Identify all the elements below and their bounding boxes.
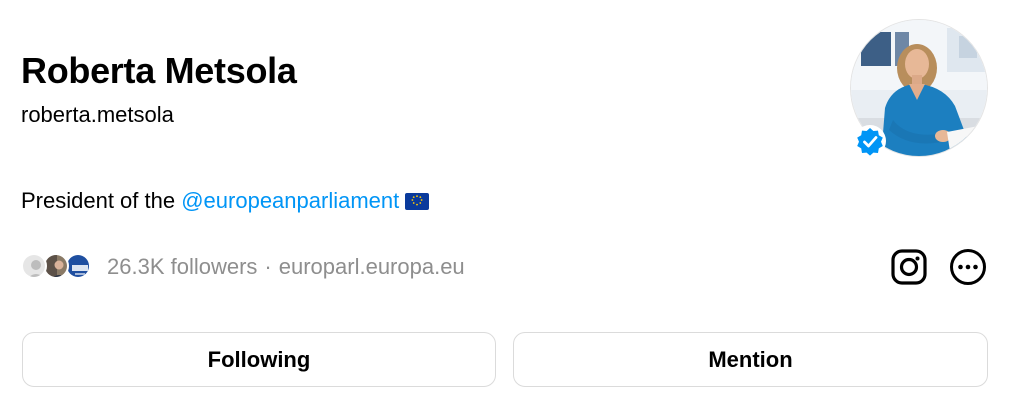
followers-info: 26.3K followers · europarl.europa.eu — [107, 254, 465, 280]
profile-link[interactable]: europarl.europa.eu — [279, 254, 465, 279]
eu-flag-icon — [405, 190, 430, 216]
separator-dot: · — [264, 254, 272, 279]
profile-header: Roberta Metsola roberta.metsola Presiden… — [0, 0, 1024, 412]
followers-row[interactable]: 26.3K followers · europarl.europa.eu — [21, 250, 541, 284]
mention-button[interactable]: Mention — [513, 332, 988, 387]
bio-mention-link[interactable]: @europeanparliament — [181, 188, 399, 213]
followers-count[interactable]: 26.3K followers — [107, 254, 257, 279]
bio-text: President of the — [21, 188, 182, 213]
follower-avatar — [21, 253, 47, 279]
instagram-icon[interactable] — [890, 248, 928, 286]
more-options-icon[interactable] — [949, 248, 987, 286]
verified-badge-icon — [853, 124, 887, 158]
following-button[interactable]: Following — [22, 332, 496, 387]
display-name: Roberta Metsola — [21, 50, 297, 91]
bio: President of the @europeanparliament — [21, 188, 430, 216]
username: roberta.metsola — [21, 102, 174, 127]
